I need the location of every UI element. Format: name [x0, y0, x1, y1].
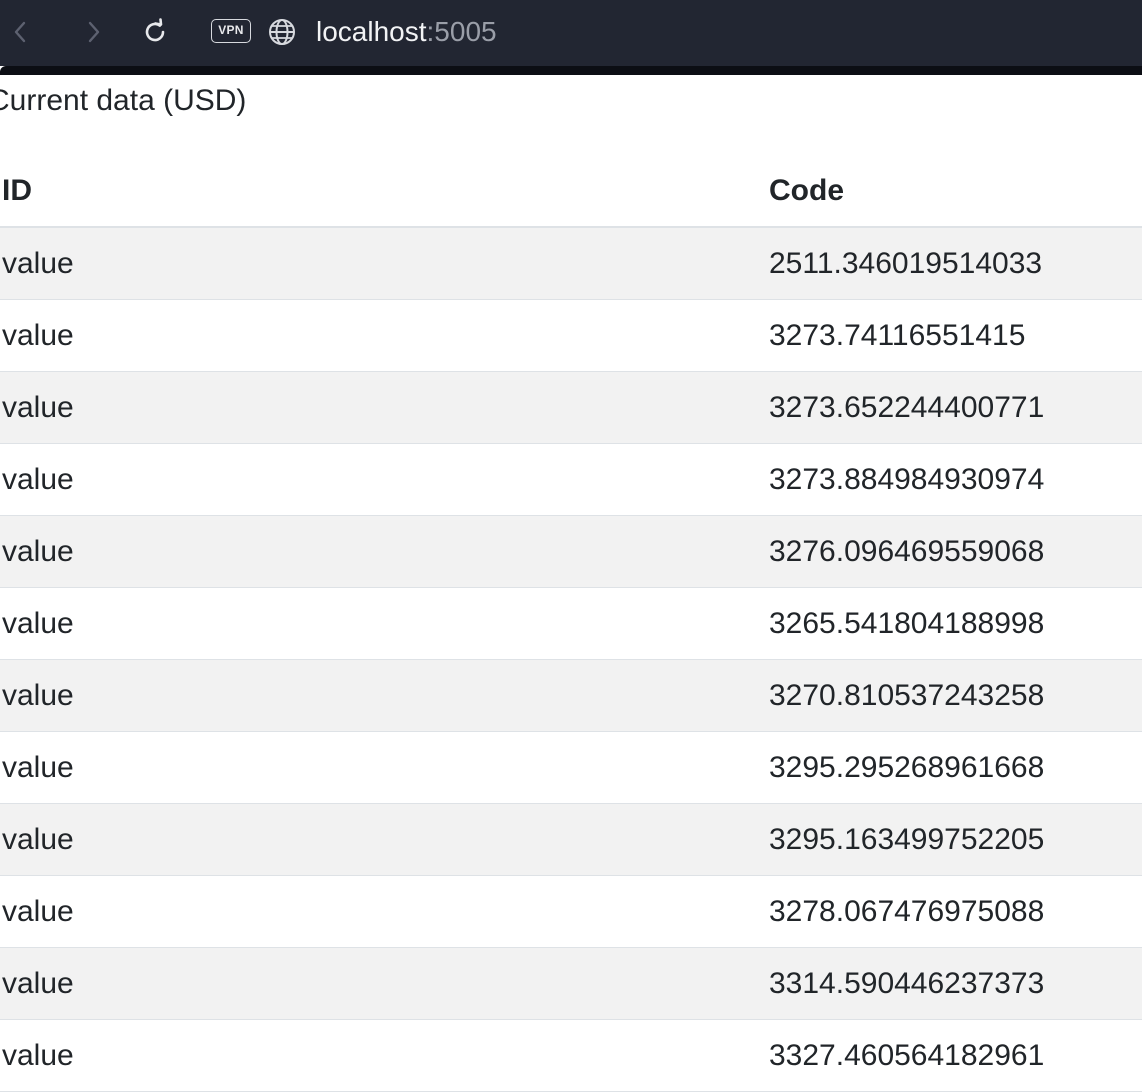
cell-id: value: [0, 803, 769, 876]
table-row: value 3327.460564182961: [0, 1019, 1142, 1092]
back-icon: [14, 21, 26, 43]
table-row: value 3278.067476975088: [0, 875, 1142, 948]
cell-id: value: [0, 731, 769, 804]
globe-icon: [269, 19, 295, 45]
cell-code: 3265.541804188998: [769, 587, 1142, 660]
table-row: value 3295.295268961668: [0, 731, 1142, 804]
browser-toolbar: VPN localhost:5005: [0, 0, 1142, 66]
cell-id: value: [0, 515, 769, 588]
cell-code: 3314.590446237373: [769, 947, 1142, 1020]
cell-code: 3295.295268961668: [769, 731, 1142, 804]
cell-id: value: [0, 659, 769, 732]
table-row: value 3273.652244400771: [0, 371, 1142, 444]
cell-id: value: [0, 1019, 769, 1092]
cell-code: 3276.096469559068: [769, 515, 1142, 588]
cell-id: value: [0, 947, 769, 1020]
toolbar-divider: [0, 66, 1142, 75]
cell-code: 3295.163499752205: [769, 803, 1142, 876]
column-header-id: ID: [0, 155, 769, 228]
table-row: value 2511.346019514033: [0, 227, 1142, 300]
table-row: value 3276.096469559068: [0, 515, 1142, 588]
cell-id: value: [0, 587, 769, 660]
table-row: value 3295.163499752205: [0, 803, 1142, 876]
cell-id: value: [0, 299, 769, 372]
table-row: value 3273.884984930974: [0, 443, 1142, 516]
reload-icon: [145, 18, 165, 42]
cell-id: value: [0, 443, 769, 516]
table-row: value 3265.541804188998: [0, 587, 1142, 660]
cell-code: 3273.652244400771: [769, 371, 1142, 444]
vpn-badge[interactable]: VPN: [211, 19, 251, 43]
cell-code: 3273.74116551415: [769, 299, 1142, 372]
back-button[interactable]: [4, 15, 38, 49]
column-header-code: Code: [769, 155, 1142, 228]
cell-code: 3327.460564182961: [769, 1019, 1142, 1092]
address-bar[interactable]: localhost:5005: [316, 14, 497, 50]
table-header-row: ID Code: [0, 155, 1142, 228]
table-row: value 3273.74116551415: [0, 299, 1142, 372]
cell-code: 3270.810537243258: [769, 659, 1142, 732]
table-row: value 3270.810537243258: [0, 659, 1142, 732]
reload-button[interactable]: [138, 15, 172, 49]
cell-code: 3273.884984930974: [769, 443, 1142, 516]
cell-code: 3278.067476975088: [769, 875, 1142, 948]
data-table: ID Code value 2511.346019514033 value 3273.…: [0, 155, 1142, 1092]
forward-icon: [88, 21, 100, 43]
cell-id: value: [0, 875, 769, 948]
forward-button[interactable]: [76, 15, 110, 49]
cell-code: 2511.346019514033: [769, 227, 1142, 300]
table-row: value 3314.590446237373: [0, 947, 1142, 1020]
url-port: :5005: [426, 16, 497, 47]
cell-id: value: [0, 371, 769, 444]
table-body: value 2511.346019514033 value 3273.74116551…: [0, 227, 1142, 1092]
url-host: localhost: [316, 16, 427, 47]
page-caption: Current data (USD): [0, 84, 247, 117]
cell-id: value: [0, 227, 769, 300]
